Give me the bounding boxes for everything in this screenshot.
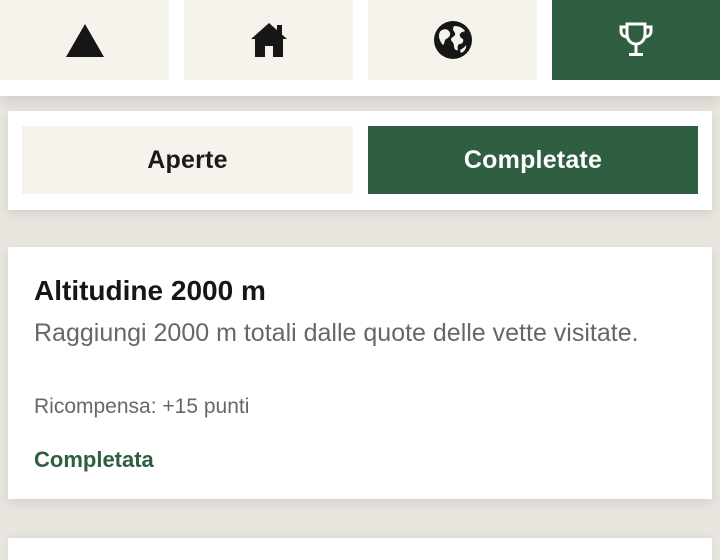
next-achievement-card[interactable] xyxy=(8,538,712,560)
trophy-icon xyxy=(616,20,656,60)
completed-filter-button[interactable]: Completate xyxy=(368,126,698,194)
home-icon xyxy=(249,21,289,59)
achievement-description: Raggiungi 2000 m totali dalle quote dell… xyxy=(34,319,639,347)
top-nav-bar xyxy=(0,0,720,96)
tab-world[interactable] xyxy=(368,0,537,80)
mountain-icon xyxy=(65,22,105,58)
open-filter-button[interactable]: Aperte xyxy=(22,126,353,194)
achievement-filter-segment: Aperte Completate xyxy=(8,111,712,210)
app-screen: Aperte Completate Altitudine 2000 m Ragg… xyxy=(0,0,720,560)
achievement-card[interactable]: Altitudine 2000 m Raggiungi 2000 m total… xyxy=(8,247,712,499)
tab-summits[interactable] xyxy=(0,0,169,80)
achievement-title: Altitudine 2000 m xyxy=(34,275,266,306)
globe-icon xyxy=(433,20,473,60)
achievement-status: Completata xyxy=(34,447,154,472)
achievement-reward: Ricompensa: +15 punti xyxy=(34,395,250,418)
tab-achievements[interactable] xyxy=(552,0,720,80)
tab-home[interactable] xyxy=(184,0,353,80)
